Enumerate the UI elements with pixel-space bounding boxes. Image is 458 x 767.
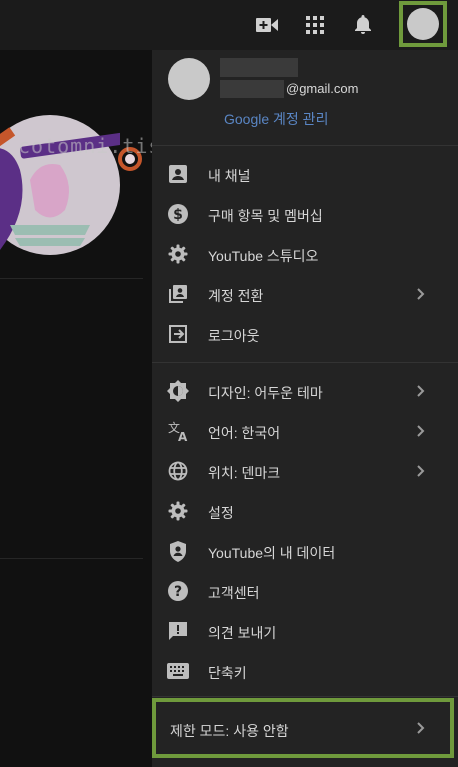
keyboard-icon (167, 660, 189, 682)
avatar (168, 58, 210, 100)
menu-item-theme[interactable]: 디자인: 어두운 테마 (152, 371, 458, 411)
top-bar (0, 0, 458, 50)
menu-item-label: YouTube의 내 데이터 (208, 545, 336, 561)
avatar-button[interactable] (399, 1, 447, 47)
menu-item-label: 계정 전환 (208, 288, 264, 304)
apps-grid-icon[interactable] (301, 11, 329, 39)
menu-item-label: 구매 항목 및 멤버십 (208, 208, 323, 224)
divider (152, 362, 458, 363)
gear-icon (167, 500, 189, 522)
menu-item-feedback[interactable]: 의견 보내기 (152, 611, 458, 651)
menu-item-label: 단축키 (208, 665, 247, 681)
gear-icon (167, 243, 189, 265)
menu-item-label: 로그아웃 (208, 328, 260, 344)
theme-icon (167, 380, 189, 402)
menu-item-my-channel[interactable]: 내 채널 (152, 154, 458, 194)
menu-item-shortcuts[interactable]: 단축키 (152, 651, 458, 691)
menu-item-help[interactable]: ? 고객센터 (152, 571, 458, 611)
manage-account-link[interactable]: Google 계정 관리 (224, 109, 328, 129)
divider (152, 696, 458, 697)
account-name-redacted (220, 58, 298, 77)
video-camera-icon[interactable] (253, 11, 281, 39)
chevron-right-icon (414, 382, 428, 400)
account-email: @gmail.com (286, 81, 359, 96)
chevron-right-icon (414, 285, 428, 303)
svg-text:$: $ (173, 207, 183, 223)
chevron-right-icon (414, 422, 428, 440)
account-header: @gmail.com Google 계정 관리 (152, 50, 458, 144)
globe-icon (167, 460, 189, 482)
help-icon: ? (167, 580, 189, 602)
logout-icon (167, 323, 189, 345)
dollar-icon: $ (167, 203, 189, 225)
divider (0, 278, 143, 279)
menu-item-purchases[interactable]: $ 구매 항목 및 멤버십 (152, 194, 458, 234)
avatar (407, 8, 439, 40)
menu-item-label: 설정 (208, 505, 234, 521)
menu-item-location[interactable]: 위치: 덴마크 (152, 451, 458, 491)
account-box-icon (167, 163, 189, 185)
email-redacted (220, 80, 284, 98)
menu-item-label: 의견 보내기 (208, 625, 277, 641)
menu-item-logout[interactable]: 로그아웃 (152, 314, 458, 354)
menu-item-label: YouTube 스튜디오 (208, 248, 319, 264)
menu-item-studio[interactable]: YouTube 스튜디오 (152, 234, 458, 274)
menu-item-label: 언어: 한국어 (208, 425, 281, 441)
illustration-image (0, 115, 120, 255)
menu-item-language[interactable]: 文A 언어: 한국어 (152, 411, 458, 451)
svg-text:?: ? (174, 584, 182, 600)
chevron-right-icon (414, 462, 428, 480)
menu-item-label: 내 채널 (208, 168, 251, 184)
menu-item-restricted-mode[interactable]: 제한 모드: 사용 안함 (152, 698, 454, 758)
menu-item-label: 제한 모드: 사용 안함 (170, 723, 289, 739)
menu-item-switch-account[interactable]: 계정 전환 (152, 274, 458, 314)
shield-person-icon (167, 540, 189, 562)
divider (0, 558, 143, 559)
menu-item-label: 고객센터 (208, 585, 260, 601)
account-menu: @gmail.com Google 계정 관리 내 채널 $ 구매 항목 및 멤… (152, 50, 458, 767)
menu-item-label: 디자인: 어두운 테마 (208, 385, 323, 401)
feedback-icon (167, 620, 189, 642)
svg-text:A: A (178, 430, 188, 442)
menu-item-your-data[interactable]: YouTube의 내 데이터 (152, 531, 458, 571)
menu-item-label: 위치: 덴마크 (208, 465, 281, 481)
menu-item-settings[interactable]: 설정 (152, 491, 458, 531)
bell-icon[interactable] (349, 11, 377, 39)
chevron-right-icon (414, 719, 428, 737)
translate-icon: 文A (167, 420, 189, 442)
switch-account-icon (167, 283, 189, 305)
divider (152, 145, 458, 146)
